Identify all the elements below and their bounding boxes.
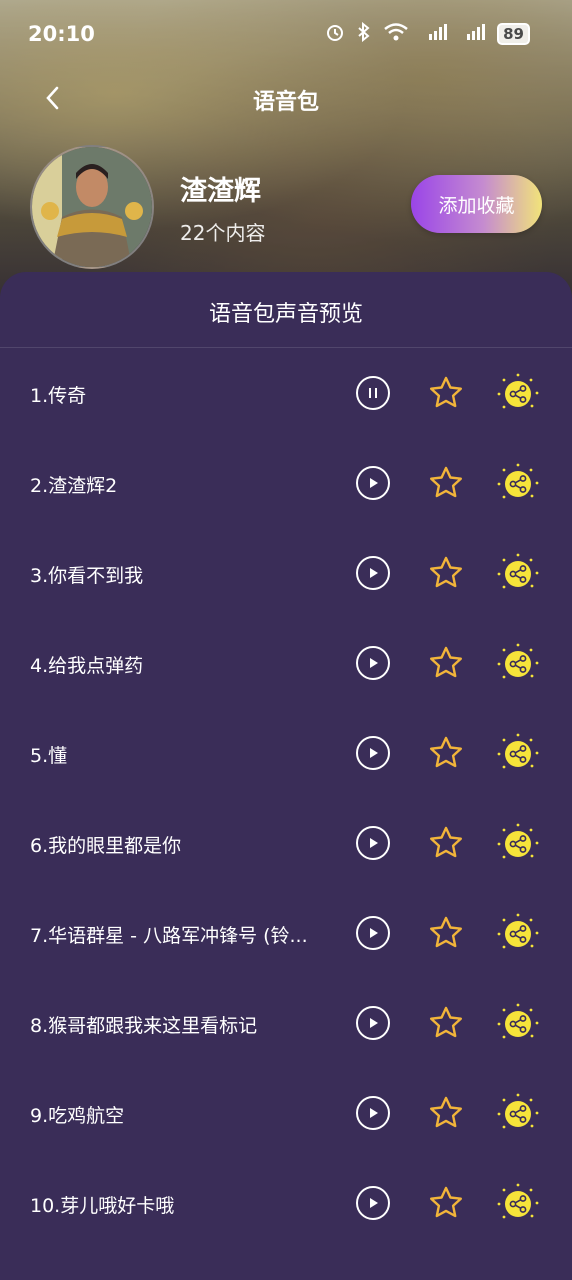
star-icon[interactable] xyxy=(428,1095,464,1131)
play-button[interactable] xyxy=(356,466,390,500)
share-icon[interactable] xyxy=(496,462,540,506)
panel-title: 语音包声音预览 xyxy=(208,302,363,327)
item-title: 7.华语群星 - 八路军冲锋号 (铃... xyxy=(30,925,308,947)
list-item[interactable]: 4.给我点弹药 xyxy=(0,618,572,708)
item-title: 2.渣渣辉2 xyxy=(30,475,118,497)
play-icon xyxy=(370,1018,378,1028)
star-icon[interactable] xyxy=(428,735,464,771)
play-button[interactable] xyxy=(356,1006,390,1040)
share-icon[interactable] xyxy=(496,1182,540,1226)
play-button[interactable] xyxy=(356,736,390,770)
share-icon[interactable] xyxy=(496,372,540,416)
play-button[interactable] xyxy=(356,916,390,950)
star-icon[interactable] xyxy=(428,465,464,501)
star-icon[interactable] xyxy=(428,375,464,411)
share-icon[interactable] xyxy=(496,912,540,956)
play-button[interactable] xyxy=(356,826,390,860)
item-title: 6.我的眼里都是你 xyxy=(30,835,182,857)
pause-button[interactable] xyxy=(356,376,390,410)
list-item[interactable]: 10.芽儿哦好卡哦 xyxy=(0,1158,572,1248)
play-button[interactable] xyxy=(356,1096,390,1130)
star-icon[interactable] xyxy=(428,1005,464,1041)
list-item[interactable]: 2.渣渣辉2 xyxy=(0,438,572,528)
alarm-icon xyxy=(325,22,345,46)
voicepack-name: 渣渣辉 xyxy=(180,176,261,207)
play-icon xyxy=(370,928,378,938)
list-item[interactable]: 9.吃鸡航空 xyxy=(0,1068,572,1158)
item-title: 8.猴哥都跟我来这里看标记 xyxy=(30,1015,258,1037)
play-icon xyxy=(370,1108,378,1118)
item-title: 9.吃鸡航空 xyxy=(30,1105,125,1127)
star-icon[interactable] xyxy=(428,915,464,951)
play-icon xyxy=(370,658,378,668)
share-icon[interactable] xyxy=(496,1002,540,1046)
bluetooth-icon xyxy=(357,21,371,46)
list-item[interactable]: 5.懂 xyxy=(0,708,572,798)
signal-4g-icon xyxy=(421,22,448,46)
status-icons: 89 xyxy=(325,21,530,46)
item-title: 3.你看不到我 xyxy=(30,565,144,587)
status-bar: 20:10 89 xyxy=(0,0,572,68)
voicepack-profile: 渣渣辉 22个内容 添加收藏 xyxy=(0,145,572,269)
play-icon xyxy=(370,838,378,848)
play-icon xyxy=(370,748,378,758)
list-item[interactable]: 6.我的眼里都是你 xyxy=(0,798,572,888)
item-title: 5.懂 xyxy=(30,745,68,767)
share-icon[interactable] xyxy=(496,552,540,596)
add-favorite-button[interactable]: 添加收藏 xyxy=(411,175,542,233)
battery-indicator: 89 xyxy=(497,23,530,45)
list-item[interactable]: 3.你看不到我 xyxy=(0,528,572,618)
share-icon[interactable] xyxy=(496,732,540,776)
list-item[interactable]: 7.华语群星 - 八路军冲锋号 (铃... xyxy=(0,888,572,978)
list-item[interactable]: 8.猴哥都跟我来这里看标记 xyxy=(0,978,572,1068)
star-icon[interactable] xyxy=(428,555,464,591)
star-icon[interactable] xyxy=(428,1185,464,1221)
share-icon[interactable] xyxy=(496,1092,540,1136)
signal-4g-icon xyxy=(459,22,486,46)
play-button[interactable] xyxy=(356,556,390,590)
play-icon xyxy=(370,1198,378,1208)
list-item[interactable]: 1.传奇 xyxy=(0,348,572,438)
wifi-icon xyxy=(383,22,409,46)
avatar xyxy=(30,145,154,269)
preview-panel: 语音包声音预览 1.传奇 2.渣渣辉2 3.你看不到我 4.给我点弹药 5.懂 … xyxy=(0,272,572,1280)
play-icon xyxy=(370,478,378,488)
status-time: 20:10 xyxy=(28,22,95,46)
play-button[interactable] xyxy=(356,646,390,680)
item-title: 4.给我点弹药 xyxy=(30,655,144,677)
content-count: 22个内容 xyxy=(180,221,266,245)
share-icon[interactable] xyxy=(496,822,540,866)
star-icon[interactable] xyxy=(428,825,464,861)
item-title: 1.传奇 xyxy=(30,385,87,407)
nav-bar: 语音包 xyxy=(0,78,572,122)
item-title: 10.芽儿哦好卡哦 xyxy=(30,1195,175,1217)
share-icon[interactable] xyxy=(496,642,540,686)
page-title: 语音包 xyxy=(252,90,319,115)
play-icon xyxy=(370,568,378,578)
voice-list: 1.传奇 2.渣渣辉2 3.你看不到我 4.给我点弹药 5.懂 6.我的眼里都是… xyxy=(0,348,572,1248)
play-button[interactable] xyxy=(356,1186,390,1220)
star-icon[interactable] xyxy=(428,645,464,681)
pause-icon xyxy=(369,388,377,398)
